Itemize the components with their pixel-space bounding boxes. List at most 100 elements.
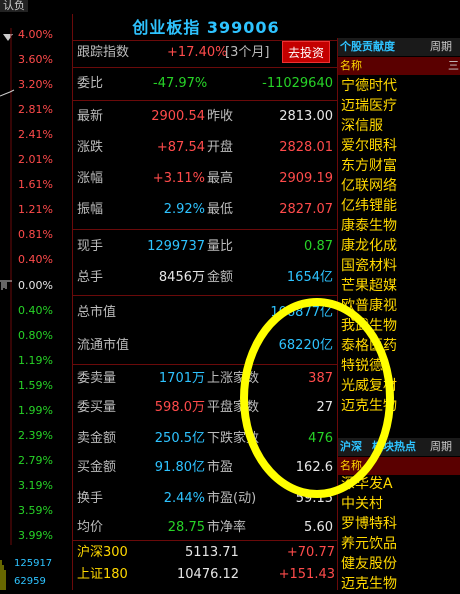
quote-label: 涨跌 <box>77 140 104 155</box>
contribution-header: 个股贡献度 周期 <box>338 38 460 56</box>
quote-value: 2828.01 <box>279 140 333 155</box>
volume-value: 8456万 <box>158 270 205 285</box>
axis-label: 0.81% <box>18 228 53 241</box>
stock-item[interactable]: 东方财富 <box>341 156 397 176</box>
quote-row: 涨跌 +87.54 开盘 2828.01 <box>75 136 335 160</box>
axis-label: 2.79% <box>18 454 53 467</box>
axis-label: 0.40% <box>18 253 53 266</box>
volume-value: 1299737 <box>147 239 205 254</box>
volume-label: 125917 <box>14 558 53 569</box>
index-row[interactable]: 上证180 10476.12 +151.43 <box>75 565 335 585</box>
quote-value: 2909.19 <box>279 171 333 186</box>
stock-item[interactable]: 深信服 <box>341 116 383 136</box>
axis-label: 1.21% <box>18 203 53 216</box>
axis-label: 0.00% <box>18 279 53 292</box>
axis-label: 3.19% <box>18 479 53 492</box>
quote-value: 2900.54 <box>151 109 205 124</box>
stock-item[interactable]: 宁德时代 <box>341 76 397 96</box>
stats-value: 5.60 <box>304 520 333 535</box>
volume-value: 1654亿 <box>286 270 333 285</box>
stats-label: 卖金额 <box>77 431 117 446</box>
hot-item[interactable]: 迈克生物 <box>341 574 397 594</box>
quote-value: +87.54 <box>156 140 205 155</box>
hot-item[interactable]: 健友股份 <box>341 554 397 574</box>
index-name: 沪深300 <box>77 545 128 560</box>
stats-value: 91.80亿 <box>154 460 205 475</box>
axis-label: 4.00% <box>18 28 53 41</box>
highlight-circle-annotation <box>240 298 394 498</box>
volume-value: 0.87 <box>304 239 333 254</box>
axis-label: 1.61% <box>18 178 53 191</box>
column-header: 名称 三 <box>338 57 460 75</box>
stats-label: 市净率 <box>207 520 247 535</box>
column-name[interactable]: 三 <box>448 57 459 75</box>
index-row[interactable]: 沪深300 5113.71 +70.77 <box>75 543 335 563</box>
page-title: 创业板指 399006 <box>132 18 280 37</box>
quote-value: +3.11% <box>152 171 205 186</box>
axis-label: 2.39% <box>18 429 53 442</box>
volume-label: 量比 <box>207 239 234 254</box>
hot-item[interactable]: 中关村 <box>341 494 383 514</box>
stock-item[interactable]: 亿联网络 <box>341 176 397 196</box>
quote-label: 振幅 <box>77 202 104 217</box>
stats-label: 市盈 <box>207 460 234 475</box>
volume-label: 总手 <box>77 270 104 285</box>
stats-value: 1701万 <box>158 371 205 386</box>
stock-item[interactable]: 国瓷材料 <box>341 256 397 276</box>
index-change: +151.43 <box>278 567 335 582</box>
tab-period[interactable]: 周期 <box>430 38 452 56</box>
stats-label: 市盈(动) <box>207 491 257 506</box>
quote-value: 2827.07 <box>279 202 333 217</box>
stats-row: 均价 28.75 市净率 5.60 <box>75 516 335 540</box>
index-name: 上证180 <box>77 567 128 582</box>
invest-button[interactable]: 去投资 <box>282 41 330 63</box>
stock-item[interactable]: 康龙化成 <box>341 236 397 256</box>
axis-label: 2.01% <box>18 153 53 166</box>
weibi-diff: -11029640 <box>262 76 333 91</box>
quote-value: 2813.00 <box>279 109 333 124</box>
stats-value: 2.44% <box>163 491 205 506</box>
weibi-row: 委比 -47.97% -11029640 <box>75 72 335 96</box>
quote-label: 最低 <box>207 202 234 217</box>
stock-item[interactable]: 康泰生物 <box>341 216 397 236</box>
stock-item[interactable]: 爱尔眼科 <box>341 136 397 156</box>
volume-label: 现手 <box>77 239 104 254</box>
axis-label: 1.59% <box>18 379 53 392</box>
hot-item[interactable]: 养元饮品 <box>341 534 397 554</box>
quote-row: 最新 2900.54 昨收 2813.00 <box>75 105 335 129</box>
stats-label: 均价 <box>77 520 104 535</box>
stats-label: 换手 <box>77 491 104 506</box>
stats-value: 598.0万 <box>154 400 205 415</box>
price-axis: 4.00% 3.60% 3.20% 2.81% 2.41% 2.01% 1.61… <box>0 0 72 590</box>
stock-item[interactable]: 芒果超媒 <box>341 276 397 296</box>
stats-label: 委卖量 <box>77 371 117 386</box>
axis-label: 3.59% <box>18 504 53 517</box>
intraday-line <box>0 28 15 590</box>
stats-value: 28.75 <box>167 520 205 535</box>
quote-label: 涨幅 <box>77 171 104 186</box>
volume-row: 现手 1299737 量比 0.87 <box>75 235 335 259</box>
stock-item[interactable]: 迈瑞医疗 <box>341 96 397 116</box>
tracking-label: 跟踪指数 <box>77 45 130 60</box>
stats-value: 250.5亿 <box>154 431 205 446</box>
tab-period-2[interactable]: 周期 <box>430 438 452 456</box>
column-name[interactable]: 名称 <box>340 57 362 75</box>
axis-label: 3.99% <box>18 529 53 542</box>
quote-row: 涨幅 +3.11% 最高 2909.19 <box>75 167 335 191</box>
tracking-period: [3个月] <box>225 45 270 60</box>
quote-label: 最高 <box>207 171 234 186</box>
volume-row: 总手 8456万 金额 1654亿 <box>75 266 335 290</box>
cap-label: 流通市值 <box>77 338 130 353</box>
index-change: +70.77 <box>286 545 335 560</box>
axis-label: 0.80% <box>18 329 53 342</box>
axis-label: 2.41% <box>18 128 53 141</box>
volume-label: 金额 <box>207 270 234 285</box>
axis-label: 2.81% <box>18 103 53 116</box>
stock-item[interactable]: 亿纬锂能 <box>341 196 397 216</box>
hot-item[interactable]: 罗博特科 <box>341 514 397 534</box>
index-value: 5113.71 <box>185 545 239 560</box>
tab-contribution[interactable]: 个股贡献度 <box>340 38 395 56</box>
axis-label: 0.40% <box>18 304 53 317</box>
weibi-pct: -47.97% <box>153 76 208 91</box>
axis-label: 3.60% <box>18 53 53 66</box>
